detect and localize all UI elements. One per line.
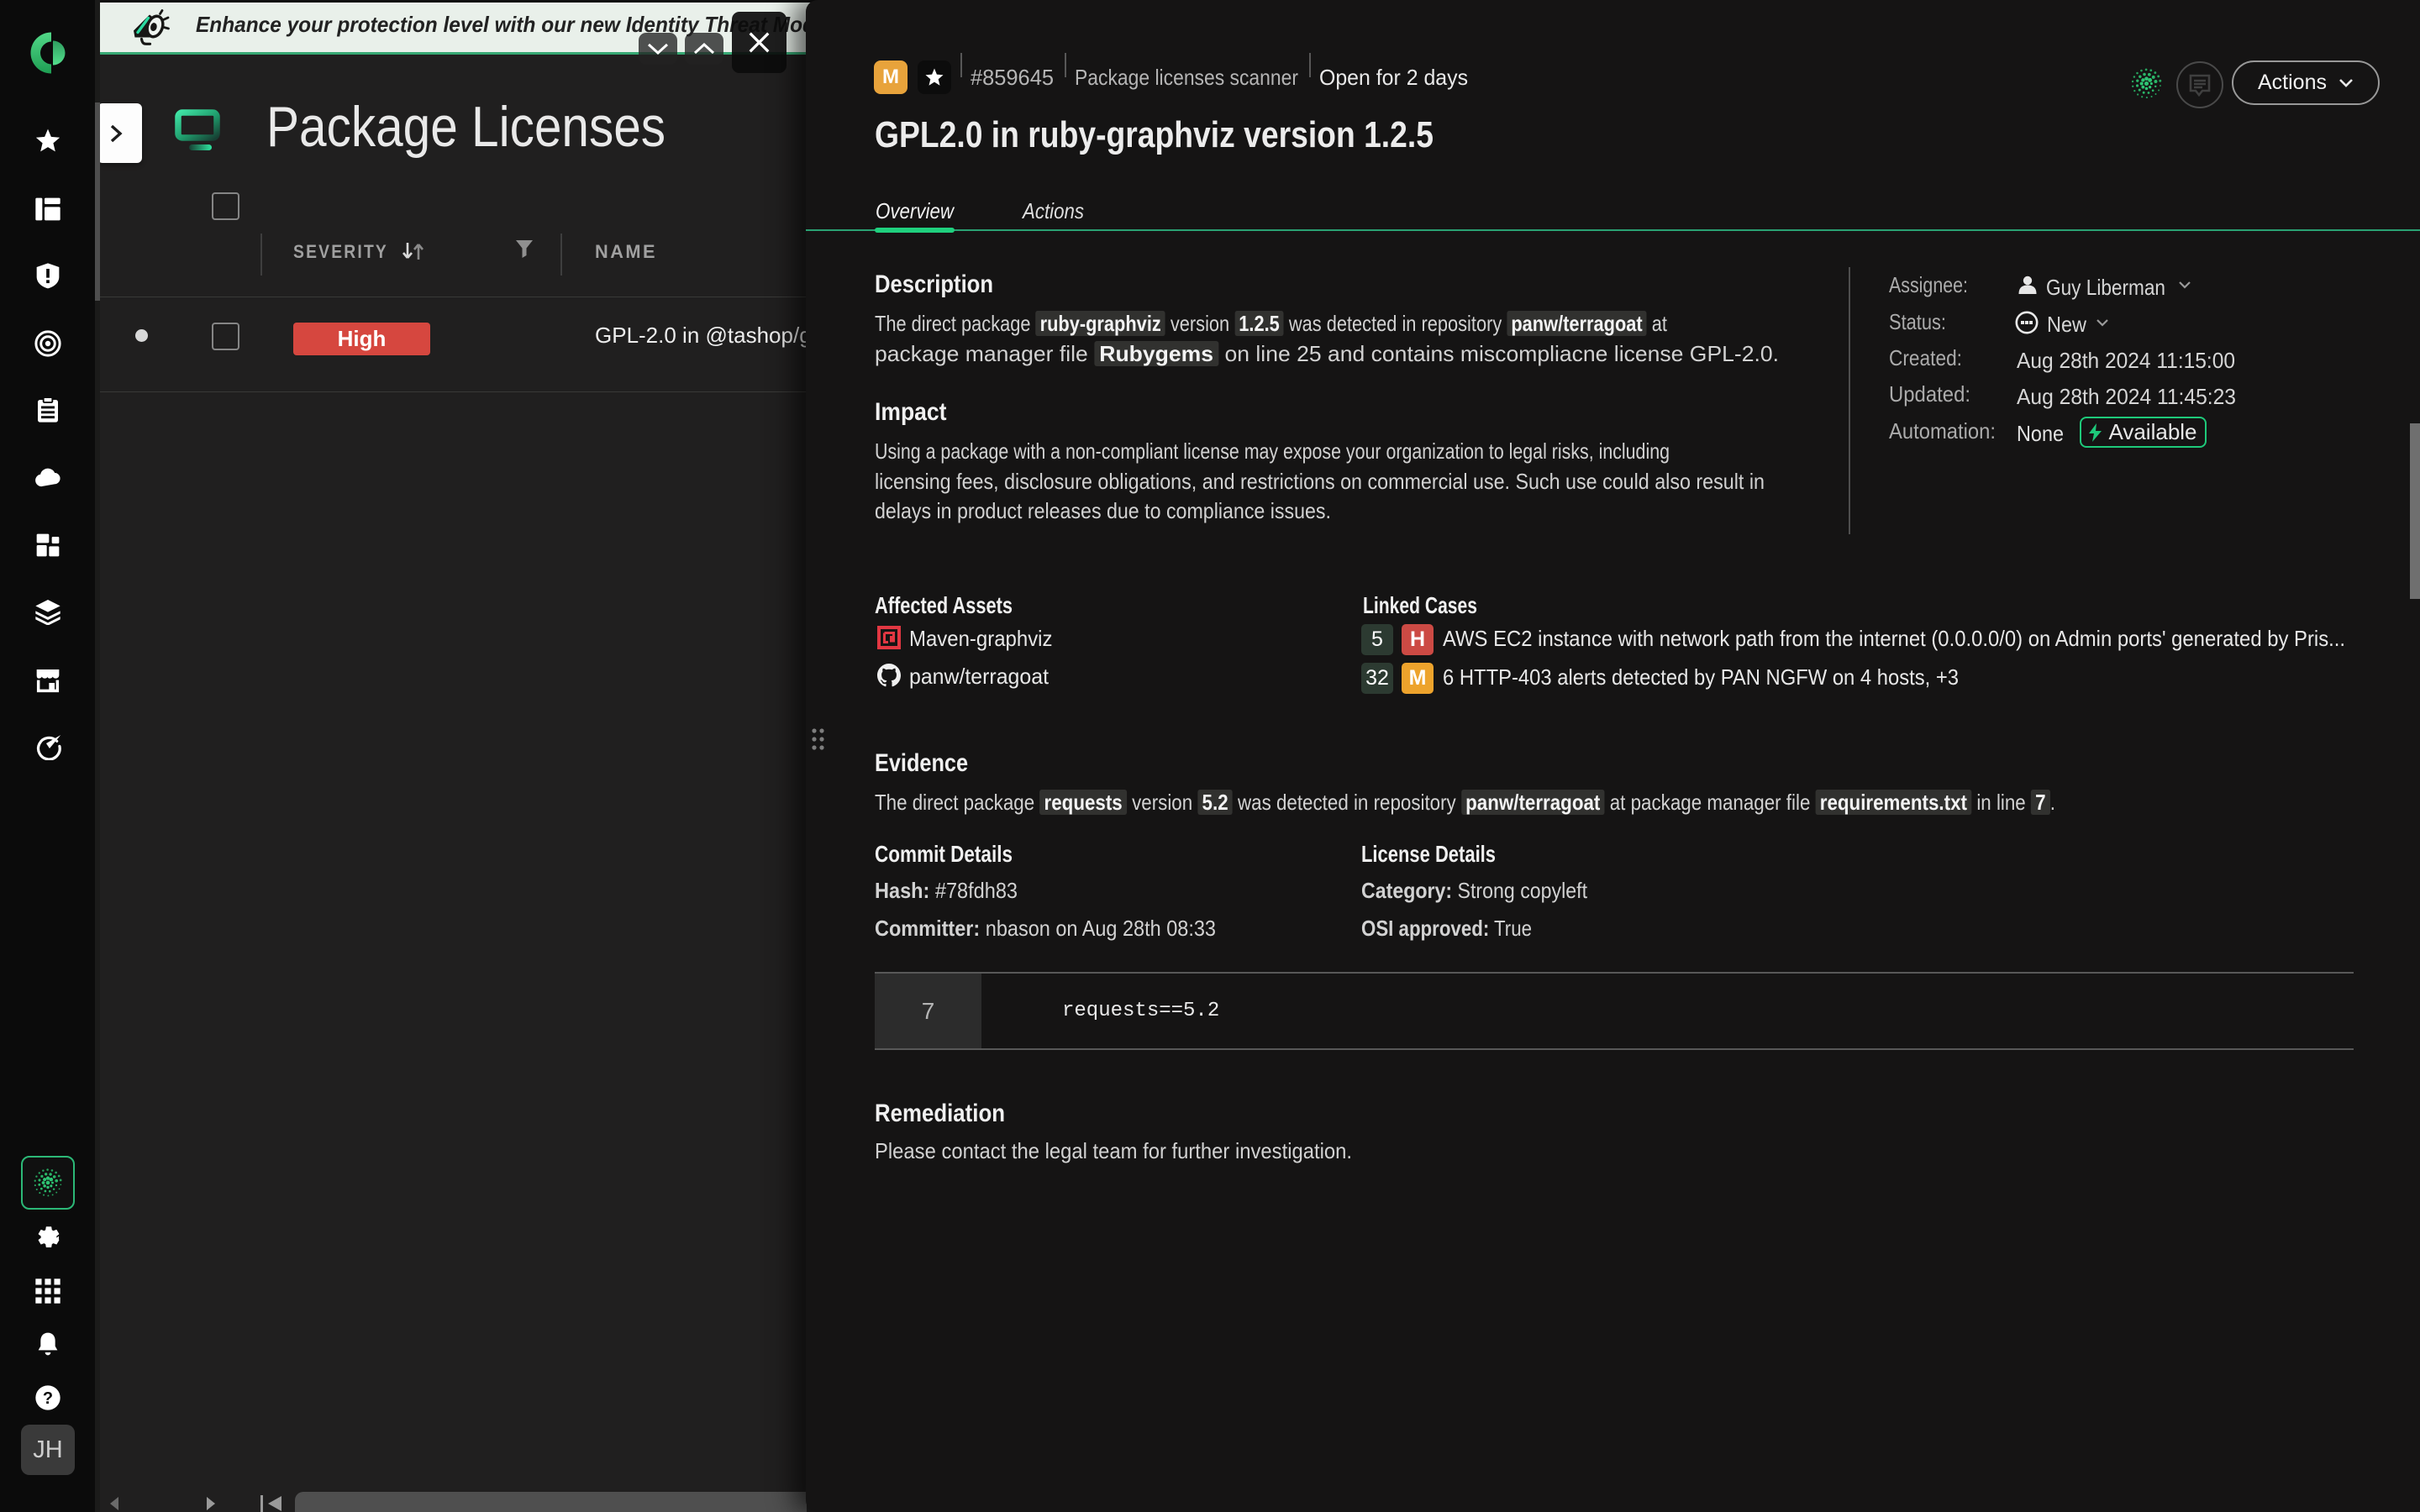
svg-text:?: ? <box>43 1389 53 1408</box>
